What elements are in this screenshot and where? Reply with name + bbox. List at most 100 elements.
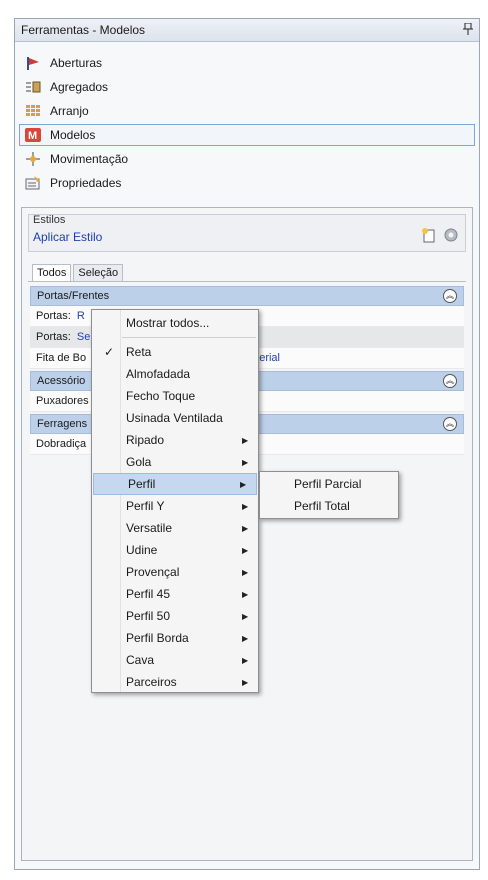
menu-item-label: Perfil 50: [126, 609, 171, 623]
menu-item-label: Fecho Toque: [126, 389, 196, 403]
grid-icon: [24, 103, 42, 119]
group-title: Ferragens: [37, 418, 88, 430]
tool-nav-list: Aberturas Agregados Arranjo M Modelos Mo…: [15, 52, 479, 194]
pin-icon[interactable]: [463, 22, 473, 38]
submenu-arrow-icon: ▶: [242, 435, 249, 445]
menu-item-perfil-y[interactable]: Perfil Y ▶: [92, 495, 258, 517]
apply-style-link[interactable]: Aplicar Estilo: [33, 230, 102, 244]
menu-item-label: Gola: [126, 455, 152, 469]
nav-label: Propriedades: [50, 176, 122, 190]
nav-item-arranjo[interactable]: Arranjo: [19, 100, 475, 122]
menu-item-label: Perfil Borda: [126, 631, 189, 645]
panel-title: Ferramentas - Modelos: [21, 23, 146, 37]
row-label: Fita de Bo: [36, 352, 87, 364]
menu-item-cava[interactable]: Cava ▶: [92, 649, 258, 671]
collapse-icon[interactable]: ︽: [443, 417, 457, 431]
submenu-arrow-icon: ▶: [242, 589, 249, 599]
move-icon: [24, 151, 42, 167]
row-value[interactable]: R: [77, 310, 85, 322]
submenu-arrow-icon: ▶: [242, 655, 249, 665]
submenu-item-perfil-total[interactable]: Perfil Total: [260, 495, 398, 517]
menu-item-label: Cava: [126, 653, 155, 667]
submenu-arrow-icon: ▶: [240, 479, 247, 489]
nav-label: Arranjo: [50, 104, 89, 118]
submenu-perfil: Perfil Parcial Perfil Total: [259, 471, 399, 519]
submenu-arrow-icon: ▶: [242, 567, 249, 577]
row-label: Portas:: [36, 310, 71, 322]
submenu-arrow-icon: ▶: [242, 457, 249, 467]
menu-item-label: Perfil Y: [126, 499, 165, 513]
row-label: Puxadores: [36, 395, 89, 407]
menu-item-label: Reta: [126, 345, 152, 359]
menu-item-label: Provençal: [126, 565, 180, 579]
menu-item-ripado[interactable]: Ripado ▶: [92, 429, 258, 451]
settings-gear-icon[interactable]: [443, 227, 459, 246]
menu-item-label: Parceiros: [126, 675, 177, 689]
menu-item-label: Versatile: [126, 521, 173, 535]
svg-text:M: M: [28, 130, 37, 142]
nav-label: Aberturas: [50, 56, 103, 70]
models-icon: M: [24, 127, 42, 143]
menu-item-label: Perfil: [128, 477, 156, 491]
styles-caption: Estilos: [33, 214, 66, 226]
menu-item-label: Mostrar todos...: [126, 316, 210, 330]
submenu-arrow-icon: ▶: [242, 677, 249, 687]
submenu-arrow-icon: ▶: [242, 633, 249, 643]
menu-item-mostrar-todos[interactable]: Mostrar todos...: [92, 312, 258, 334]
menu-item-label: Perfil 45: [126, 587, 171, 601]
context-menu: Mostrar todos... ✓ Reta Almofadada Fecho To…: [91, 309, 259, 693]
new-style-icon[interactable]: [421, 227, 437, 246]
menu-item-fecho-toque[interactable]: Fecho Toque: [92, 385, 258, 407]
tab-todos[interactable]: Todos: [32, 264, 72, 281]
tab-selecao[interactable]: Seleção: [73, 264, 124, 281]
row-label: Dobradiça: [36, 438, 87, 450]
menu-item-reta[interactable]: ✓ Reta: [92, 341, 258, 363]
tab-strip: Todos Seleção: [32, 264, 466, 281]
styles-box: Estilos Aplicar Estilo: [28, 214, 466, 252]
nav-item-aberturas[interactable]: Aberturas: [19, 52, 475, 74]
menu-item-almofadada[interactable]: Almofadada: [92, 363, 258, 385]
menu-item-usinada-ventilada[interactable]: Usinada Ventilada: [92, 407, 258, 429]
styles-actions: [421, 227, 459, 246]
collapse-icon[interactable]: ︽: [443, 289, 457, 303]
flag-icon: [24, 55, 42, 71]
menu-item-udine[interactable]: Udine ▶: [92, 539, 258, 561]
menu-item-perfil-borda[interactable]: Perfil Borda ▶: [92, 627, 258, 649]
row-label: Portas:: [36, 331, 71, 343]
menu-item-perfil-50[interactable]: Perfil 50 ▶: [92, 605, 258, 627]
menu-item-perfil[interactable]: Perfil ▶: [93, 473, 257, 495]
submenu-arrow-icon: ▶: [242, 501, 249, 511]
menu-item-perfil-45[interactable]: Perfil 45 ▶: [92, 583, 258, 605]
menu-item-label: Ripado: [126, 433, 165, 447]
nav-item-agregados[interactable]: Agregados: [19, 76, 475, 98]
nav-item-movimentacao[interactable]: Movimentação: [19, 148, 475, 170]
nav-item-propriedades[interactable]: Propriedades: [19, 172, 475, 194]
nav-label: Agregados: [50, 80, 109, 94]
nav-label: Modelos: [50, 128, 96, 142]
menu-item-proven-al[interactable]: Provençal ▶: [92, 561, 258, 583]
properties-icon: [24, 175, 42, 191]
nav-item-modelos[interactable]: M Modelos: [19, 124, 475, 146]
group-title: Portas/Frentes: [37, 290, 110, 302]
collapse-icon[interactable]: ︽: [443, 374, 457, 388]
menu-item-label: Udine: [126, 543, 158, 557]
menu-item-label: Usinada Ventilada: [126, 411, 223, 425]
menu-item-label: Almofadada: [126, 367, 191, 381]
group-title: Acessório: [37, 375, 86, 387]
row-value[interactable]: Se: [77, 331, 90, 343]
menu-separator: [122, 337, 256, 338]
submenu-arrow-icon: ▶: [242, 523, 249, 533]
submenu-arrow-icon: ▶: [242, 545, 249, 555]
aggregate-icon: [24, 79, 42, 95]
tab-body: [28, 281, 466, 282]
menu-item-parceiros[interactable]: Parceiros ▶: [92, 671, 258, 693]
menu-item-versatile[interactable]: Versatile ▶: [92, 517, 258, 539]
menu-item-gola[interactable]: Gola ▶: [92, 451, 258, 473]
check-icon: ✓: [103, 345, 115, 359]
panel-titlebar: Ferramentas - Modelos: [15, 19, 479, 42]
nav-label: Movimentação: [50, 152, 129, 166]
row-value[interactable]: terial: [256, 352, 280, 364]
submenu-item-perfil-parcial[interactable]: Perfil Parcial: [260, 473, 398, 495]
submenu-arrow-icon: ▶: [242, 611, 249, 621]
group-header[interactable]: Portas/Frentes ︽: [30, 286, 464, 306]
